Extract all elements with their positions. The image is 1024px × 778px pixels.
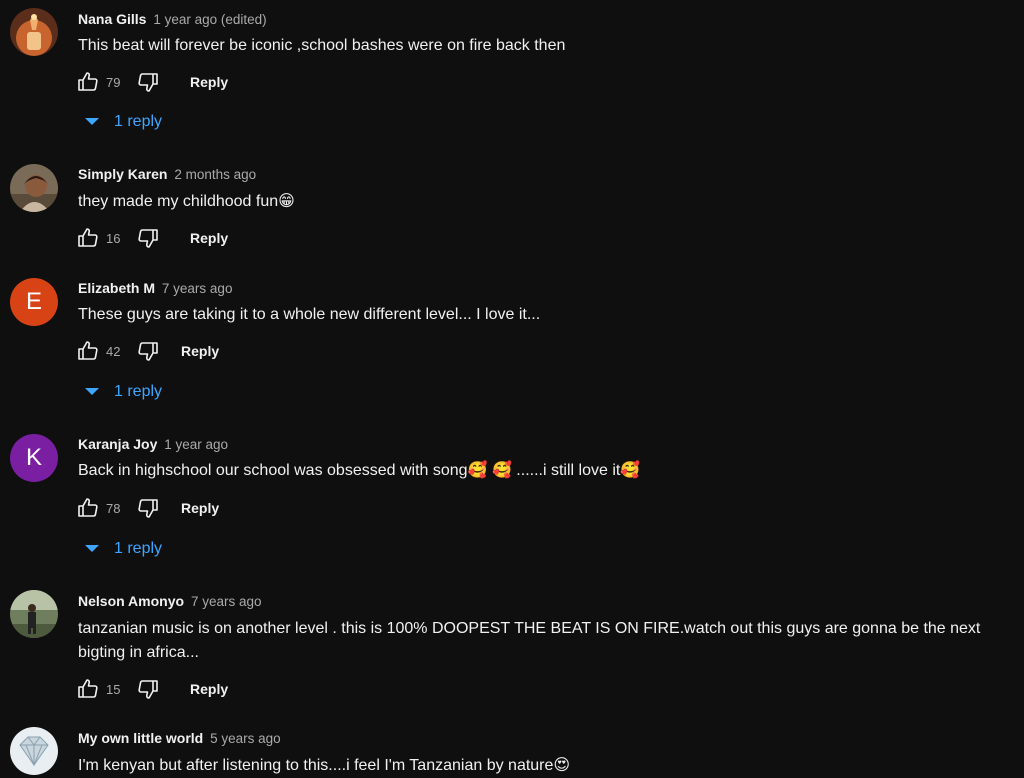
comment-author[interactable]: Nana Gills: [78, 11, 146, 27]
reply-button[interactable]: Reply: [181, 500, 219, 516]
smiling-hearts-emoji: 🥰: [467, 462, 488, 479]
reply-button[interactable]: Reply: [190, 74, 228, 90]
reply-button[interactable]: Reply: [181, 343, 219, 359]
thumbs-down-icon: [138, 680, 158, 699]
view-replies-button[interactable]: 1 reply: [82, 382, 162, 402]
smiling-hearts-emoji: 🥰: [620, 462, 641, 479]
smiling-hearts-emoji: 🥰: [491, 462, 512, 479]
heart-eyes-emoji: 😍: [553, 757, 571, 774]
like-count: 79: [106, 74, 121, 90]
comment-text: I'm kenyan but after listening to this..…: [78, 754, 1013, 778]
comment-text: tanzanian music is on another level . th…: [78, 620, 981, 661]
replies-label: 1 reply: [114, 113, 163, 130]
like-button[interactable]: [74, 224, 102, 252]
avatar-letter: K: [25, 444, 42, 471]
comment-timestamp[interactable]: 7 years ago: [191, 594, 262, 609]
view-replies-button[interactable]: 1 reply: [82, 539, 162, 559]
caret-down-icon: [85, 388, 99, 395]
thumbs-down-icon: [138, 73, 158, 92]
comment-timestamp[interactable]: 2 months ago: [174, 167, 256, 182]
dislike-button[interactable]: [134, 337, 162, 365]
comment-author[interactable]: My own little world: [78, 730, 203, 746]
replies-label: 1 reply: [114, 540, 163, 557]
comment-text: Back in highschool our school was obsess…: [78, 459, 1013, 483]
like-count: 15: [106, 681, 121, 697]
like-button[interactable]: [74, 675, 102, 703]
thumbs-up-icon: [78, 498, 98, 517]
comment-author[interactable]: Simply Karen: [78, 166, 167, 182]
avatar[interactable]: K: [10, 434, 58, 482]
outdoor-photo-avatar: [10, 590, 58, 638]
avatar[interactable]: [10, 164, 58, 212]
view-replies-button[interactable]: 1 reply: [82, 112, 162, 132]
like-count: 42: [106, 343, 121, 359]
dislike-button[interactable]: [134, 224, 162, 252]
comment-author[interactable]: Nelson Amonyo: [78, 593, 184, 609]
like-count: 16: [106, 230, 121, 246]
comment-text-part: ......i still love it: [511, 462, 621, 479]
comment-text: This beat will forever be iconic ,school…: [78, 37, 566, 54]
comment-text: These guys are taking it to a whole new …: [78, 306, 541, 323]
thumbs-up-icon: [78, 72, 98, 91]
comment-timestamp[interactable]: 7 years ago: [162, 281, 233, 296]
comment-text: they made my childhood fun😁: [78, 190, 1013, 214]
thumbs-down-icon: [138, 499, 158, 518]
comment-text-part: Back in highschool our school was obsess…: [78, 462, 468, 479]
like-count: 78: [106, 500, 121, 516]
avatar[interactable]: [10, 727, 58, 775]
like-button[interactable]: [74, 494, 102, 522]
diamond-avatar: [10, 727, 58, 775]
dislike-button[interactable]: [134, 68, 162, 96]
thumbs-up-icon: [78, 679, 98, 698]
avatar[interactable]: E: [10, 278, 58, 326]
thumbs-up-icon: [78, 228, 98, 247]
caret-down-icon: [85, 545, 99, 552]
thumbs-up-icon: [78, 341, 98, 360]
comment-timestamp[interactable]: 1 year ago (edited): [153, 12, 266, 27]
candle-photo-avatar: [10, 8, 58, 56]
replies-label: 1 reply: [114, 383, 163, 400]
avatar[interactable]: [10, 590, 58, 638]
thumbs-down-icon: [138, 342, 158, 361]
thumbs-down-icon: [138, 229, 158, 248]
dislike-button[interactable]: [134, 494, 162, 522]
comment-text-body: they made my childhood fun: [78, 193, 279, 210]
avatar-letter: E: [25, 288, 42, 315]
reply-button[interactable]: Reply: [190, 681, 228, 697]
comment-timestamp[interactable]: 5 years ago: [210, 731, 281, 746]
reply-button[interactable]: Reply: [190, 230, 228, 246]
grin-emoji: 😁: [278, 193, 295, 210]
caret-down-icon: [85, 118, 99, 125]
comment-text-body: I'm kenyan but after listening to this..…: [78, 757, 554, 774]
like-button[interactable]: [74, 68, 102, 96]
avatar[interactable]: [10, 8, 58, 56]
comment-author[interactable]: Elizabeth M: [78, 280, 155, 296]
comment-timestamp[interactable]: 1 year ago: [164, 437, 228, 452]
like-button[interactable]: [74, 337, 102, 365]
portrait-photo-avatar: [10, 164, 58, 212]
dislike-button[interactable]: [134, 675, 162, 703]
comment-author[interactable]: Karanja Joy: [78, 436, 157, 452]
